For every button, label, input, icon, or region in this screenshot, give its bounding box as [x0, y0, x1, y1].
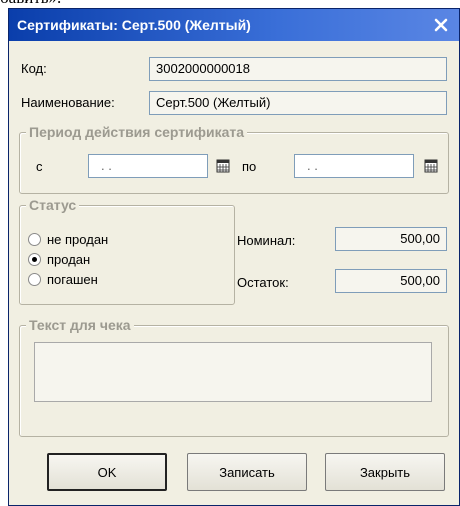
window-title: Сертификаты: Серт.500 (Желтый)	[17, 17, 251, 33]
receipt-text-legend: Текст для чека	[26, 317, 134, 333]
title-bar[interactable]: Сертификаты: Серт.500 (Желтый)	[9, 9, 459, 41]
radio-button[interactable]	[28, 272, 41, 286]
close-button[interactable]: Закрыть	[325, 453, 445, 491]
status-option-not-sold[interactable]: не продан	[28, 230, 108, 248]
period-legend: Период действия сертификата	[26, 124, 248, 140]
status-legend: Статус	[26, 197, 80, 213]
status-option-label: погашен	[47, 271, 98, 287]
nominal-field[interactable]: 500,00	[335, 227, 447, 251]
code-label: Код:	[21, 61, 47, 76]
calendar-icon[interactable]	[422, 157, 440, 175]
period-from-field[interactable]: . .	[88, 154, 208, 178]
name-field[interactable]: Серт.500 (Желтый)	[149, 91, 447, 115]
period-group: Период действия сертификата с . . по . .	[19, 124, 449, 194]
certificate-dialog: Сертификаты: Серт.500 (Желтый) Код: 3002…	[8, 8, 460, 506]
period-to-label: по	[242, 159, 257, 174]
code-field[interactable]: 3002000000018	[149, 57, 447, 81]
status-option-label: не продан	[47, 231, 109, 247]
remainder-label: Остаток:	[237, 275, 289, 290]
radio-button-selected[interactable]	[28, 252, 41, 266]
period-from-label: с	[36, 159, 43, 174]
close-icon[interactable]	[429, 13, 453, 37]
background-caption: бавить».	[0, 0, 61, 8]
receipt-text-area[interactable]	[34, 342, 432, 402]
status-option-sold[interactable]: продан	[28, 250, 90, 268]
status-group: Статус не продан продан погашен	[19, 197, 235, 305]
remainder-field[interactable]: 500,00	[335, 269, 447, 293]
radio-button[interactable]	[28, 232, 41, 246]
status-option-redeemed[interactable]: погашен	[28, 270, 98, 288]
nominal-label: Номинал:	[237, 233, 296, 248]
calendar-icon[interactable]	[214, 157, 232, 175]
save-button[interactable]: Записать	[187, 453, 307, 491]
status-option-label: продан	[47, 251, 91, 267]
name-label: Наименование:	[21, 95, 115, 110]
radio-dot-icon	[32, 256, 37, 262]
period-to-field[interactable]: . .	[294, 154, 414, 178]
ok-button[interactable]: OK	[47, 453, 167, 491]
receipt-text-group: Текст для чека	[19, 317, 449, 437]
